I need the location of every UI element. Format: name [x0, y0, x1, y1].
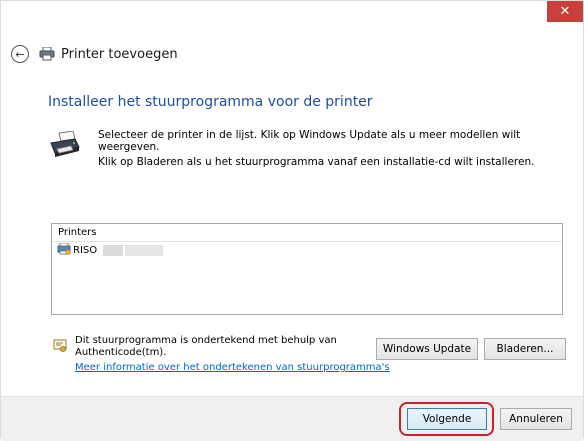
main-content: Installeer het stuurprogramma voor de pr… [11, 71, 575, 401]
signing-info-link[interactable]: Meer informatie over het ondertekenen va… [75, 362, 390, 373]
printer-icon [49, 130, 81, 163]
redacted-text [125, 244, 164, 256]
certificate-icon [53, 338, 67, 357]
list-item[interactable]: RISO [52, 242, 562, 258]
windows-update-button[interactable]: Windows Update [376, 338, 478, 360]
cancel-button[interactable]: Annuleren [500, 408, 572, 430]
browse-button[interactable]: Bladeren... [484, 338, 566, 360]
close-button[interactable]: ✕ [547, 1, 583, 22]
printer-icon [57, 242, 73, 258]
next-button[interactable]: Volgende [407, 408, 487, 430]
add-printer-window: ✕ ← Printer toevoegen Installeer het stu… [0, 0, 584, 441]
signature-text: Dit stuurprogramma is ondertekend met be… [75, 335, 337, 358]
page-heading: Installeer het stuurprogramma voor de pr… [48, 94, 373, 110]
nav-bar: ← Printer toevoegen [11, 43, 178, 65]
footer-bar [1, 396, 583, 441]
instruction-text-2: Klik op Bladeren als u het stuurprogramm… [98, 156, 535, 168]
window-title: Printer toevoegen [61, 46, 178, 62]
list-item-label: RISO [73, 244, 98, 256]
instruction-text-1: Selecteer de printer in de lijst. Klik o… [98, 129, 521, 153]
redacted-text [103, 244, 124, 256]
printer-icon [39, 47, 55, 61]
printer-list[interactable]: Printers RISO [51, 223, 563, 315]
back-arrow-icon[interactable]: ← [11, 45, 29, 63]
list-header: Printers [52, 224, 562, 242]
